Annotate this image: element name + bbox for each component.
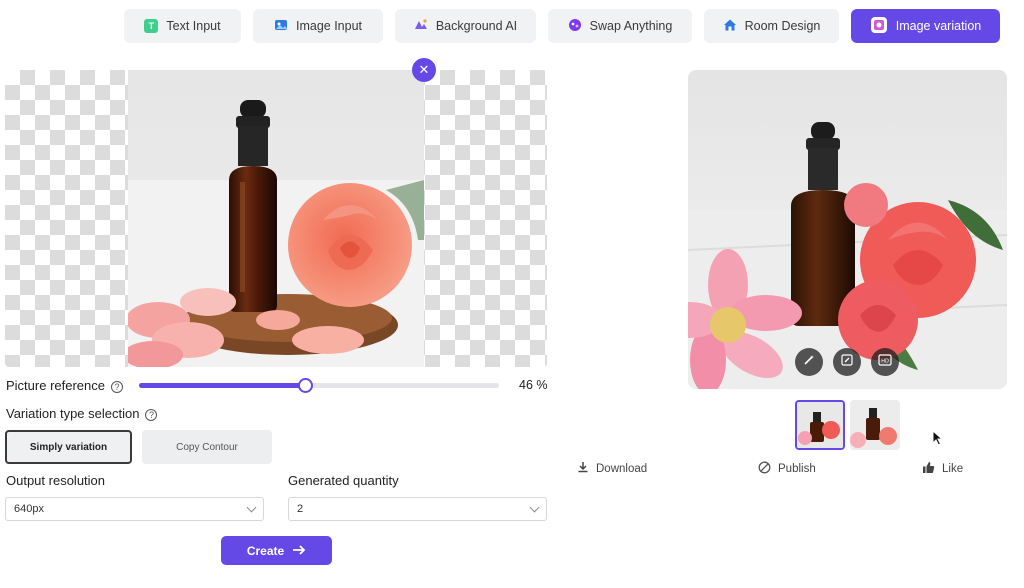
house-icon (723, 18, 737, 35)
like-button[interactable]: Like (922, 461, 963, 477)
simply-variation-button[interactable]: Simply variation (5, 430, 132, 464)
chevron-down-icon (246, 502, 257, 512)
picture-reference-slider[interactable] (139, 378, 499, 393)
background-icon (414, 18, 428, 35)
hd-icon: HD (878, 353, 892, 371)
tab-label: Room Design (744, 19, 821, 33)
swap-icon (568, 18, 582, 35)
output-resolution-value: 640px (14, 503, 44, 515)
output-resolution-select[interactable]: 640px (5, 497, 264, 521)
tab-label: Text Input (166, 19, 221, 33)
publish-icon (758, 461, 771, 477)
tab-swap-anything[interactable]: Swap Anything (548, 9, 692, 43)
help-icon[interactable]: ? (111, 380, 123, 393)
output-resolution-label: Output resolution (6, 473, 106, 488)
tab-background-ai[interactable]: Background AI (395, 9, 536, 43)
result-thumbnail-1[interactable] (795, 400, 845, 450)
slider-fill (139, 383, 305, 388)
generated-quantity-select[interactable]: 2 (288, 497, 547, 521)
arrow-right-icon (292, 544, 306, 558)
help-icon[interactable]: ? (145, 408, 158, 421)
thumbs-up-icon (922, 461, 935, 477)
like-label: Like (942, 463, 964, 475)
tab-image-variation[interactable]: Image variation (851, 9, 1000, 43)
slider-thumb[interactable] (297, 378, 313, 393)
edit-button[interactable] (833, 348, 861, 376)
variation-type-text: Variation type selection (6, 406, 140, 421)
generated-quantity-value: 2 (297, 503, 304, 515)
svg-text:HD: HD (881, 359, 889, 365)
picture-reference-value: 46 % (519, 378, 548, 392)
download-label: Download (596, 462, 648, 475)
hd-button[interactable]: HD (871, 348, 899, 376)
mouse-cursor (932, 429, 944, 451)
tab-label: Background AI (435, 19, 518, 33)
copy-contour-button[interactable]: Copy Contour (142, 430, 272, 464)
close-icon: ✕ (418, 62, 430, 77)
tab-label: Image variation (895, 19, 982, 33)
download-icon (577, 461, 589, 476)
create-label: Create (246, 543, 285, 558)
publish-label: Publish (778, 463, 816, 475)
picture-reference-text: Picture reference (6, 378, 105, 393)
variation-icon (870, 16, 888, 37)
edit-icon (841, 353, 853, 371)
download-button[interactable]: Download (577, 461, 647, 476)
chevron-down-icon (529, 502, 540, 512)
publish-button[interactable]: Publish (758, 461, 816, 477)
tab-room-design[interactable]: Room Design (704, 9, 839, 43)
tab-label: Image Input (295, 19, 362, 33)
enhance-button[interactable] (795, 348, 823, 376)
tab-text-input[interactable]: T Text Input (124, 9, 241, 43)
result-thumbnail-2[interactable] (850, 400, 900, 450)
remove-image-button[interactable]: ✕ (412, 58, 436, 82)
tab-image-input[interactable]: Image Input (253, 9, 383, 43)
variation-type-label: Variation type selection? (6, 406, 158, 421)
reference-image (128, 70, 424, 367)
text-icon: T (144, 19, 159, 33)
create-button[interactable]: Create (221, 536, 332, 565)
magic-wand-icon (803, 353, 815, 371)
image-icon (274, 18, 288, 35)
picture-reference-label: Picture reference? (6, 378, 123, 393)
result-image[interactable] (688, 70, 1007, 389)
app-root: T Text Input Image Input Background AI S… (0, 0, 1024, 588)
reference-canvas (5, 70, 547, 367)
generated-quantity-label: Generated quantity (288, 473, 399, 488)
tab-label: Swap Anything (589, 19, 673, 33)
